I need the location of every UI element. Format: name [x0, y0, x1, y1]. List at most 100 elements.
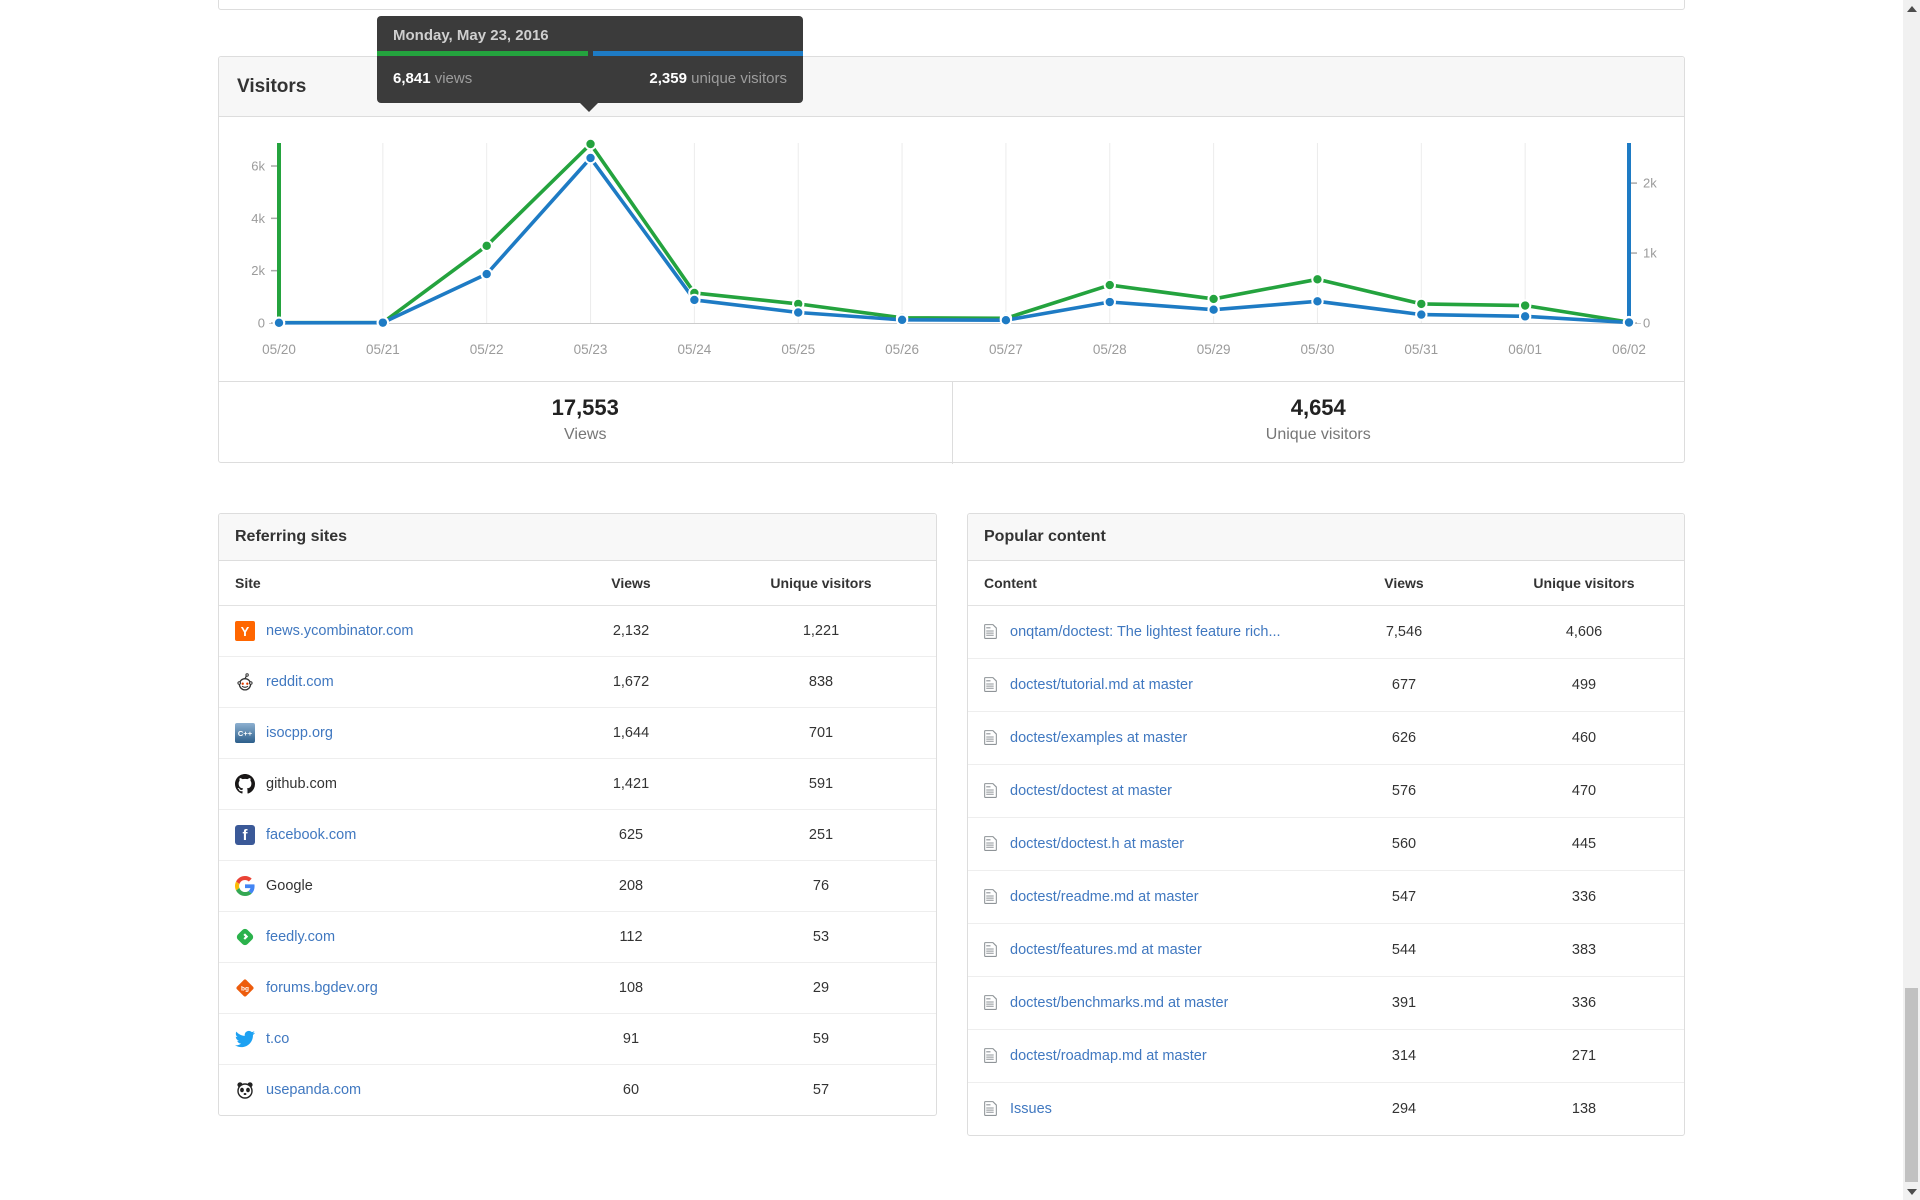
scrollbar-down-button[interactable]	[1903, 1183, 1920, 1200]
chart-point-views[interactable]	[480, 239, 493, 253]
file-text-icon	[984, 1047, 998, 1065]
file-text-icon	[984, 888, 998, 906]
chart-point-unique-visitors[interactable]	[480, 267, 493, 281]
chart-point-unique-visitors[interactable]	[1622, 316, 1636, 329]
chart-tooltip: Monday, May 23, 2016 6,841 views 2,359 u…	[377, 16, 803, 112]
unique-visitors-cell: 445	[1571, 836, 1597, 852]
x-axis-label: 05/22	[470, 342, 504, 357]
x-axis-label: 05/31	[1404, 342, 1438, 357]
unique-visitors-cell: 591	[808, 776, 834, 792]
chart-point-unique-visitors[interactable]	[1103, 295, 1116, 309]
table-row: Issues 294 138	[968, 1082, 1684, 1135]
views-cell: 1,672	[612, 674, 650, 690]
chart-point-views[interactable]	[1103, 278, 1116, 292]
table-row: Ynews.ycombinator.com 2,132 1,221	[219, 606, 936, 656]
unique-visitors-cell: 701	[808, 725, 834, 741]
unique-visitors-cell: 271	[1571, 1048, 1597, 1064]
site-link[interactable]: t.co	[266, 1031, 289, 1047]
popular-content-title: Popular content	[968, 514, 1684, 561]
scrollbar-up-button[interactable]	[1903, 0, 1920, 17]
content-link[interactable]: doctest/features.md at master	[1010, 942, 1202, 958]
unique-visitors-cell: 838	[808, 674, 834, 690]
chart-point-views[interactable]	[1518, 299, 1532, 312]
facebook-icon: f	[235, 825, 255, 845]
chart-point-views[interactable]	[1415, 297, 1428, 311]
content-link[interactable]: doctest/benchmarks.md at master	[1010, 995, 1228, 1011]
column-header: Views	[611, 575, 651, 591]
site-cell: Google	[219, 876, 556, 896]
views-cell: 677	[1391, 677, 1417, 693]
chart-point-unique-visitors[interactable]	[792, 306, 805, 319]
column-header: Views	[1384, 575, 1424, 591]
site-link[interactable]: reddit.com	[266, 674, 334, 690]
chart-point-unique-visitors[interactable]	[376, 316, 390, 329]
chart-point-views[interactable]	[1207, 292, 1220, 306]
views-cell: 60	[622, 1082, 640, 1098]
tooltip-views-cell: 6,841 views	[377, 51, 588, 103]
site-link[interactable]: facebook.com	[266, 827, 356, 843]
views-cell: 91	[622, 1031, 640, 1047]
content-link[interactable]: doctest/tutorial.md at master	[1010, 677, 1193, 693]
content-link[interactable]: doctest/examples at master	[1010, 730, 1187, 746]
unique-visitors-cell: 460	[1571, 730, 1597, 746]
content-link[interactable]: onqtam/doctest: The lightest feature ric…	[1010, 624, 1281, 640]
scrollbar-track[interactable]	[1903, 0, 1920, 1200]
visitors-title: Visitors	[237, 76, 307, 97]
scrollbar-thumb[interactable]	[1905, 988, 1918, 1182]
chart-point-views[interactable]	[1311, 273, 1324, 286]
content-cell: doctest/tutorial.md at master	[968, 676, 1324, 694]
site-cell: Ynews.ycombinator.com	[219, 621, 556, 641]
table-row: onqtam/doctest: The lightest feature ric…	[968, 606, 1684, 658]
unique-visitors-cell: 336	[1571, 995, 1597, 1011]
site-link[interactable]: isocpp.org	[266, 725, 333, 741]
file-text-icon	[984, 623, 998, 641]
tooltip-views-value: 6,841	[393, 70, 431, 87]
chart-point-unique-visitors[interactable]	[999, 314, 1013, 327]
right-axis-tick-label: 1k	[1643, 246, 1657, 261]
site-link[interactable]: usepanda.com	[266, 1082, 361, 1098]
chart-point-unique-visitors[interactable]	[1518, 310, 1532, 323]
table-row: f facebook.com 625 251	[219, 809, 936, 860]
content-cell: doctest/readme.md at master	[968, 888, 1324, 906]
table-row: feedly.com 112 53	[219, 911, 936, 962]
chart-point-unique-visitors[interactable]	[1207, 303, 1220, 316]
chart-point-unique-visitors[interactable]	[584, 151, 597, 165]
isocpp-icon: C++	[235, 723, 255, 743]
unique-visitors-cell: 53	[812, 929, 830, 945]
site-link[interactable]: news.ycombinator.com	[266, 623, 413, 639]
chart-point-views[interactable]	[584, 137, 597, 151]
content-link[interactable]: doctest/doctest at master	[1010, 783, 1172, 799]
views-cell: 391	[1391, 995, 1417, 1011]
content-link[interactable]: doctest/readme.md at master	[1010, 889, 1199, 905]
content-link[interactable]: Issues	[1010, 1101, 1052, 1117]
file-text-icon	[984, 729, 998, 747]
x-axis-label: 05/27	[989, 342, 1023, 357]
site-link[interactable]: forums.bgdev.org	[266, 980, 378, 996]
views-cell: 108	[618, 980, 644, 996]
left-axis-tick-label: 6k	[251, 159, 265, 174]
unique-visitors-cell: 29	[812, 980, 830, 996]
site-link[interactable]: feedly.com	[266, 929, 335, 945]
content-link[interactable]: doctest/doctest.h at master	[1010, 836, 1184, 852]
chart-point-unique-visitors[interactable]	[688, 293, 701, 307]
x-axis-label: 06/02	[1612, 342, 1646, 357]
content-link[interactable]: doctest/roadmap.md at master	[1010, 1048, 1207, 1064]
views-cell: 626	[1391, 730, 1417, 746]
x-axis-label: 05/21	[366, 342, 400, 357]
scroll-up-icon	[1906, 5, 1917, 12]
visitors-summary-row: 17,553 Views 4,654 Unique visitors	[219, 381, 1684, 464]
file-text-icon	[984, 676, 998, 694]
unique-visitors-cell: 470	[1571, 783, 1597, 799]
chart-point-unique-visitors[interactable]	[895, 313, 909, 327]
table-row: doctest/tutorial.md at master 677 499	[968, 658, 1684, 711]
views-cell: 294	[1391, 1101, 1417, 1117]
unique-visitors-cell: 499	[1571, 677, 1597, 693]
chart-point-unique-visitors[interactable]	[1311, 295, 1324, 308]
chart-point-unique-visitors[interactable]	[272, 316, 286, 329]
chart-point-unique-visitors[interactable]	[1415, 308, 1428, 321]
left-axis-tick-label: 2k	[251, 263, 265, 278]
x-axis-label: 05/26	[885, 342, 919, 357]
table-row: doctest/examples at master 626 460	[968, 711, 1684, 764]
right-axis-tick-label: 0	[1643, 316, 1650, 331]
x-axis-label: 05/20	[262, 342, 296, 357]
